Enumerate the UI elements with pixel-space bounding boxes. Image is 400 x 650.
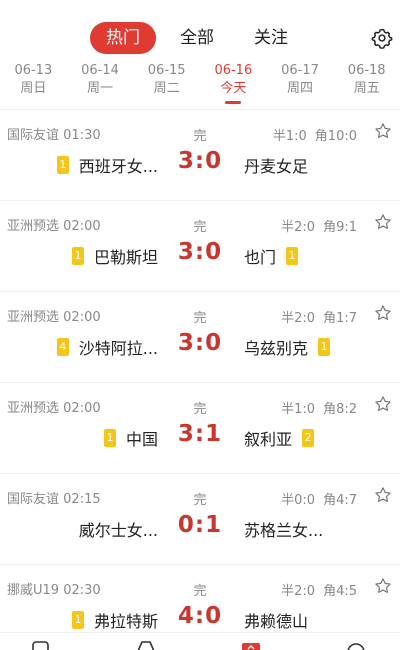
- away-team: 乌兹别克 1: [244, 335, 331, 359]
- star-icon[interactable]: [374, 122, 392, 140]
- date-indicator: [359, 101, 375, 104]
- weekday-label: 周四: [287, 81, 314, 96]
- date-indicator: [292, 101, 308, 104]
- date-strip: 06-13 周日 06-14 周一 06-15 周二 06-16 今天 06-1…: [0, 62, 400, 108]
- halftime-score: 半2:0: [281, 220, 316, 235]
- match-stats: 半2:0 角4:5: [281, 580, 357, 599]
- match-score: 3:0: [177, 330, 223, 356]
- star-icon[interactable]: [374, 486, 392, 504]
- away-team-name: 弗赖德山: [244, 612, 309, 631]
- date-tab[interactable]: 06-17 周四: [267, 62, 334, 108]
- away-team: 苏格兰女...: [244, 517, 323, 541]
- data-nav-icon[interactable]: [135, 639, 157, 650]
- category-tabs: 热门 全部 关注: [90, 22, 312, 54]
- bottom-nav: [0, 632, 400, 650]
- weekday-label: 今天: [220, 81, 247, 96]
- scores-nav-icon[interactable]: [30, 639, 52, 650]
- corner-count: 角8:2: [323, 402, 357, 417]
- date-label: 06-13: [14, 63, 53, 78]
- date-label: 06-16: [214, 63, 253, 78]
- away-team: 丹麦女足: [244, 153, 308, 177]
- star-icon[interactable]: [374, 213, 392, 231]
- date-tab-today[interactable]: 06-16 今天: [200, 62, 267, 108]
- halftime-score: 半1:0: [272, 129, 307, 144]
- gear-icon[interactable]: [371, 27, 393, 49]
- match-score: 3:0: [177, 239, 223, 265]
- match-row[interactable]: 亚洲预选 02:00 完半2:0 角1:7 4 沙特阿拉... 3:0 乌兹别克 1: [0, 292, 400, 383]
- weekday-label: 周日: [20, 81, 47, 96]
- yellow-card-badge: 2: [302, 429, 315, 447]
- match-score: 4:0: [177, 603, 223, 629]
- match-score: 0:1: [177, 512, 223, 538]
- weekday-label: 周二: [153, 81, 180, 96]
- corner-count: 角9:1: [323, 220, 357, 235]
- top-bar: 热门 全部 关注: [0, 0, 400, 58]
- away-team: 叙利亚 2: [244, 426, 315, 450]
- corner-count: 角10:0: [314, 129, 357, 144]
- match-stats: 半2:0 角9:1: [281, 216, 357, 235]
- star-icon[interactable]: [374, 577, 392, 595]
- date-label: 06-15: [147, 63, 186, 78]
- news-nav-icon[interactable]: [240, 639, 262, 650]
- tab-all[interactable]: 全部: [164, 22, 230, 54]
- halftime-score: 半2:0: [281, 584, 316, 599]
- weekday-label: 周五: [353, 81, 380, 96]
- match-stats: 半1:0 角10:0: [273, 125, 357, 144]
- away-team-name: 也门: [244, 248, 277, 267]
- date-tab[interactable]: 06-18 周五: [333, 62, 400, 108]
- away-team: 也门 1: [244, 244, 299, 268]
- halftime-score: 半1:0: [281, 402, 316, 417]
- date-indicator: [25, 101, 41, 104]
- corner-count: 角4:5: [323, 584, 357, 599]
- match-row[interactable]: 国际友谊 02:15 完半0:0 角4:7 威尔士女... 0:1 苏格兰女...: [0, 474, 400, 565]
- yellow-card-badge: 1: [318, 338, 331, 356]
- match-stats: 半0:0 角4:7: [281, 489, 357, 508]
- date-indicator: [92, 101, 108, 104]
- match-stats: 半1:0 角8:2: [281, 398, 357, 417]
- match-list: 国际友谊 01:30 完半1:0 角10:0 1 西班牙女... 3:0 丹麦女足 亚洲预选 …: [0, 110, 400, 650]
- match-score: 3:0: [177, 148, 223, 174]
- date-tab[interactable]: 06-14 周一: [67, 62, 134, 108]
- away-team-name: 乌兹别克: [244, 339, 309, 358]
- away-team: 弗赖德山: [244, 608, 308, 632]
- match-row[interactable]: 国际友谊 01:30 完半1:0 角10:0 1 西班牙女... 3:0 丹麦女足: [0, 110, 400, 201]
- tab-hot[interactable]: 热门: [90, 22, 156, 54]
- star-icon[interactable]: [374, 304, 392, 322]
- date-indicator: [159, 101, 175, 104]
- away-team-name: 叙利亚: [244, 430, 293, 449]
- match-score: 3:1: [177, 421, 223, 447]
- date-label: 06-17: [281, 63, 319, 78]
- yellow-card-badge: 1: [286, 247, 299, 265]
- date-indicator: [225, 101, 242, 104]
- match-stats: 半2:0 角1:7: [281, 307, 357, 326]
- date-label: 06-18: [347, 63, 386, 78]
- tab-follow[interactable]: 关注: [238, 22, 304, 54]
- date-label: 06-14: [81, 63, 119, 78]
- corner-count: 角4:7: [323, 493, 357, 508]
- weekday-label: 周一: [87, 81, 114, 96]
- star-icon[interactable]: [374, 395, 392, 413]
- away-team-name: 苏格兰女...: [244, 521, 324, 540]
- match-row[interactable]: 亚洲预选 02:00 完半2:0 角9:1 1 巴勒斯坦 3:0 也门 1: [0, 201, 400, 292]
- away-team-name: 丹麦女足: [244, 157, 309, 176]
- profile-nav-icon[interactable]: [345, 639, 367, 650]
- match-row[interactable]: 亚洲预选 02:00 完半1:0 角8:2 1 中国 3:1 叙利亚 2: [0, 383, 400, 474]
- halftime-score: 半0:0: [281, 493, 316, 508]
- corner-count: 角1:7: [323, 311, 357, 326]
- date-tab[interactable]: 06-13 周日: [0, 62, 67, 108]
- halftime-score: 半2:0: [281, 311, 316, 326]
- date-tab[interactable]: 06-15 周二: [133, 62, 200, 108]
